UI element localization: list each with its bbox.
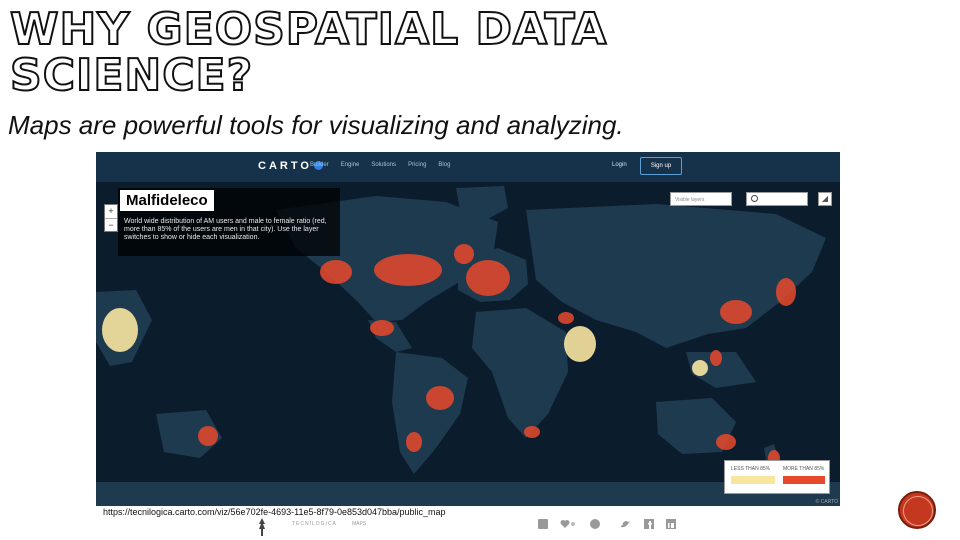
hotspot-australia [716, 434, 736, 450]
legend-label-less: LESS THAN 85% [731, 466, 771, 472]
footer-maps: MAPS [352, 521, 367, 527]
warm-india [102, 308, 138, 352]
nav-solutions[interactable]: Solutions [371, 162, 396, 168]
login-link[interactable]: Login [612, 162, 627, 168]
hotspot-uk [454, 244, 474, 264]
warm-india-east [564, 326, 596, 362]
nav-builder[interactable]: Builder [310, 162, 329, 168]
circle-icon[interactable] [590, 519, 600, 529]
hotspot-china [720, 300, 752, 324]
footer-brand: TECNILOGICA [292, 521, 337, 527]
hotspot-australia-left [198, 426, 218, 446]
map-title: Malfideleco [120, 190, 214, 211]
map-legend: LESS THAN 85% MORE THAN 85% [724, 460, 830, 494]
zoom-control: + − [104, 204, 118, 232]
legend-swatch-hot [783, 476, 825, 484]
hotspot-argentina [406, 432, 422, 452]
slide-title: WHY GEOSPATIAL DATA SCIENCE? [9, 7, 607, 101]
map-attribution: © CARTO [815, 499, 838, 505]
facebook-icon[interactable] [644, 519, 654, 529]
legend-label-more: MORE THAN 85% [783, 466, 825, 472]
slide-title-line2: SCIENCE? [9, 50, 254, 101]
carto-nav-bar: CARTO Builder Engine Solutions Pricing B… [96, 152, 840, 182]
hotspot-us-west [320, 260, 352, 284]
carto-brand-text: CARTO [258, 160, 312, 172]
legend-swatch-warm [731, 476, 775, 484]
layers-selector[interactable]: Visible layers [670, 192, 732, 206]
hotspot-south-africa [524, 426, 540, 438]
hotspot-mexico [370, 320, 394, 336]
tree-logo-icon [259, 518, 265, 536]
warm-se-asia [692, 360, 708, 376]
linkedin-icon[interactable] [666, 519, 676, 529]
nav-pricing[interactable]: Pricing [408, 162, 426, 168]
nav-blog[interactable]: Blog [438, 162, 450, 168]
page-number-ring [903, 496, 933, 526]
nav-engine[interactable]: Engine [341, 162, 360, 168]
zoom-out-button[interactable]: − [105, 219, 117, 232]
map-screenshot: CARTO Builder Engine Solutions Pricing B… [96, 152, 840, 506]
source-url[interactable]: https://tecnilogica.carto.com/viz/56e702… [103, 507, 446, 517]
page-number-badge [898, 491, 936, 529]
zoom-in-button[interactable]: + [105, 205, 117, 219]
search-icon [751, 195, 758, 202]
slide-subtitle: Maps are powerful tools for visualizing … [8, 110, 624, 140]
rss-icon[interactable] [538, 519, 548, 529]
map-search-input[interactable] [746, 192, 808, 206]
slide-title-line1: WHY GEOSPATIAL DATA [9, 4, 608, 55]
hotspot-europe [466, 260, 510, 296]
heart-icon[interactable] [560, 519, 576, 529]
hotspot-us-east [374, 254, 442, 286]
map-info-panel: Malfideleco World wide distribution of A… [118, 188, 340, 256]
hotspot-brazil [426, 386, 454, 410]
carto-nav-links: Builder Engine Solutions Pricing Blog [310, 162, 450, 168]
map-description: World wide distribution of AM users and … [124, 218, 327, 241]
signup-button[interactable]: Sign up [640, 157, 682, 175]
share-button[interactable]: ◢ [818, 192, 832, 206]
hotspot-middle-east [558, 312, 574, 324]
hotspot-philippines [710, 350, 722, 366]
hotspot-japan [776, 278, 796, 306]
twitter-icon[interactable] [620, 519, 630, 529]
